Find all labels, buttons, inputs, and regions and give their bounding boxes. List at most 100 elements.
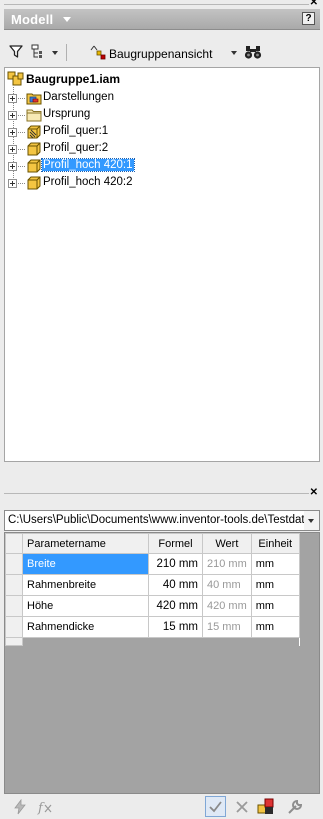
table-row[interactable]: Rahmenbreite 40 mm 40 mm mm: [5, 574, 300, 596]
svg-text:f: f: [37, 801, 45, 815]
expand-icon[interactable]: [8, 111, 17, 120]
tree-item-label[interactable]: Profil_quer:1: [42, 125, 109, 137]
close-icon[interactable]: ✕: [310, 0, 318, 8]
tree-connector: [18, 166, 25, 167]
close-icon[interactable]: ✕: [310, 487, 318, 498]
tree-item-profil-quer-2[interactable]: Profil_quer:2: [5, 141, 305, 157]
column-header-einheit[interactable]: Einheit: [250, 533, 300, 554]
cell-formel[interactable]: 210 mm: [148, 553, 203, 575]
tree-connector: [18, 149, 25, 150]
part-icon: [27, 142, 41, 156]
row-header[interactable]: [5, 595, 23, 617]
tree-item-label[interactable]: Ursprung: [42, 108, 91, 120]
part-icon: [27, 176, 41, 190]
cell-parametername[interactable]: Höhe: [22, 595, 149, 617]
structure-dropdown-caret-icon[interactable]: [52, 51, 58, 55]
representations-icon: [26, 93, 42, 105]
top-divider: [4, 4, 309, 5]
column-header-wert[interactable]: Wert: [202, 533, 252, 554]
tree-item-label[interactable]: Darstellungen: [42, 91, 115, 103]
row-header[interactable]: [5, 616, 23, 638]
table-row[interactable]: Rahmendicke 15 mm 15 mm mm: [5, 616, 300, 638]
part-icon: [27, 159, 41, 173]
empty-cell: [22, 637, 300, 646]
toolbar-separator: [66, 44, 67, 61]
cell-wert: 420 mm: [202, 595, 252, 617]
help-button[interactable]: ?: [302, 12, 315, 25]
dropdown-button[interactable]: [304, 511, 319, 530]
cell-parametername[interactable]: Breite: [22, 553, 149, 575]
function-fx-icon[interactable]: f: [37, 799, 55, 815]
top-strip: ✕: [0, 0, 323, 9]
cell-formel[interactable]: 40 mm: [148, 574, 203, 596]
panel-menu-caret-icon[interactable]: [63, 17, 71, 22]
tree-structure-icon[interactable]: [31, 44, 47, 60]
cell-parametername[interactable]: Rahmendicke: [22, 616, 149, 638]
chevron-down-icon: [308, 519, 314, 523]
table-row[interactable]: Höhe 420 mm 420 mm mm: [5, 595, 300, 617]
parameter-table: Parametername Formel Wert Einheit Breite…: [5, 533, 300, 646]
expand-icon[interactable]: [8, 94, 17, 103]
parameter-toolbar: f: [4, 796, 320, 818]
tree-item-ursprung[interactable]: Ursprung: [5, 107, 305, 123]
panel-splitter[interactable]: ✕: [0, 487, 323, 499]
cell-einheit[interactable]: mm: [250, 595, 300, 617]
accept-button[interactable]: [205, 796, 226, 817]
cell-formel[interactable]: 15 mm: [148, 616, 203, 638]
tree-item-label[interactable]: Profil_hoch 420:2: [42, 176, 134, 188]
cell-einheit[interactable]: mm: [250, 574, 300, 596]
row-header: [5, 637, 23, 646]
tree-item-profil-hoch-420-2[interactable]: Profil_hoch 420:2: [5, 175, 305, 191]
tree-item-label-selected[interactable]: Profil_hoch 420:1: [41, 158, 135, 172]
parameter-file-dropdown[interactable]: C:\Users\Public\Documents\www.inventor-t…: [4, 510, 320, 531]
splitter-divider: [4, 493, 309, 494]
tree-root-node[interactable]: Baugruppe1.iam: [5, 71, 305, 87]
row-header-corner: [5, 533, 23, 554]
binoculars-icon[interactable]: [244, 44, 262, 60]
tree-item-darstellungen[interactable]: Darstellungen: [5, 90, 305, 106]
tree-item-label[interactable]: Profil_quer:2: [42, 142, 109, 154]
cell-wert: 40 mm: [202, 574, 252, 596]
lightning-icon[interactable]: [13, 799, 27, 815]
cell-formel[interactable]: 420 mm: [148, 595, 203, 617]
parameter-file-path: C:\Users\Public\Documents\www.inventor-t…: [8, 514, 311, 526]
column-header-formel[interactable]: Formel: [148, 533, 203, 554]
panel-header[interactable]: Modell ?: [4, 9, 320, 30]
iproperties-icon[interactable]: [256, 797, 276, 816]
tree-root-label[interactable]: Baugruppe1.iam: [25, 72, 121, 86]
cancel-x-icon[interactable]: [234, 799, 250, 815]
tree-connector: [18, 183, 25, 184]
cell-einheit[interactable]: mm: [250, 616, 300, 638]
tree-item-profil-quer-1[interactable]: Profil_quer:1: [5, 124, 305, 140]
model-browser-tree[interactable]: Baugruppe1.iam Darstellungen Ursprung Pr…: [4, 67, 320, 462]
tree-connector: [18, 115, 25, 116]
panel-title[interactable]: Modell: [11, 12, 53, 27]
assembly-view-label[interactable]: Baugruppenansicht: [109, 47, 212, 61]
table-row[interactable]: Breite 210 mm 210 mm mm: [5, 553, 300, 575]
grounded-part-icon: [27, 125, 41, 139]
assembly-icon: [7, 71, 24, 86]
cell-parametername[interactable]: Rahmenbreite: [22, 574, 149, 596]
row-header[interactable]: [5, 574, 23, 596]
assembly-view-icon[interactable]: [90, 44, 108, 61]
tree-connector: [18, 98, 25, 99]
wrench-icon[interactable]: [286, 798, 304, 816]
cell-wert: 210 mm: [202, 553, 252, 575]
cell-einheit[interactable]: mm: [250, 553, 300, 575]
expand-icon[interactable]: [8, 128, 17, 137]
tree-item-profil-hoch-420-1[interactable]: Profil_hoch 420:1: [5, 158, 305, 174]
column-header-parametername[interactable]: Parametername: [22, 533, 149, 554]
expand-icon[interactable]: [8, 162, 17, 171]
tree-connector: [18, 132, 25, 133]
browser-toolbar: Baugruppenansicht: [4, 41, 320, 65]
cell-wert: 15 mm: [202, 616, 252, 638]
checkmark-icon: [209, 801, 222, 813]
filter-icon[interactable]: [9, 44, 23, 59]
expand-icon[interactable]: [8, 145, 17, 154]
row-header[interactable]: [5, 553, 23, 575]
folder-icon: [26, 109, 42, 122]
expand-icon[interactable]: [8, 179, 17, 188]
parameter-grid: Parametername Formel Wert Einheit Breite…: [4, 532, 320, 794]
view-dropdown-caret-icon[interactable]: [231, 51, 237, 55]
table-row-empty: [5, 637, 300, 646]
